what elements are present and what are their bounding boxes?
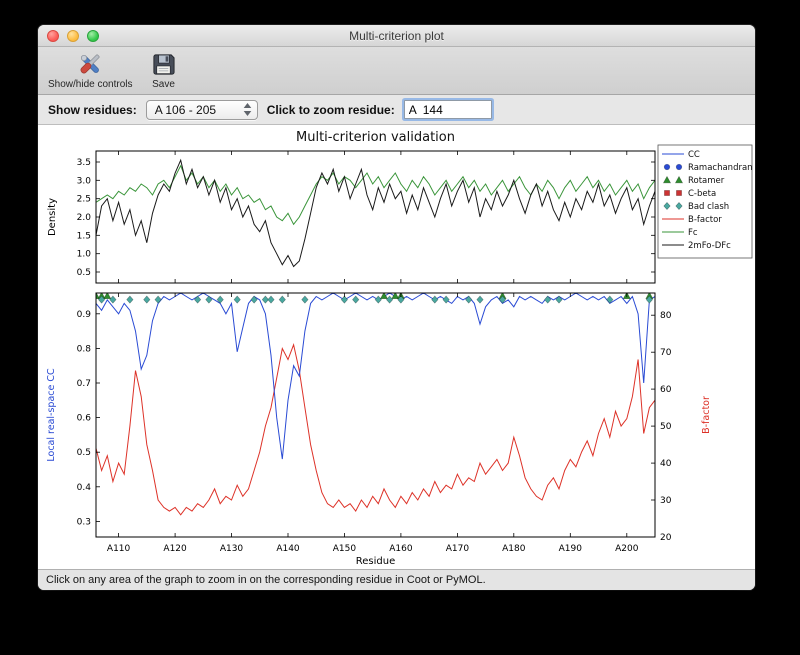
- density-axis-label: Density: [47, 198, 58, 236]
- svg-text:0.7: 0.7: [77, 379, 91, 389]
- window-title: Multi-criterion plot: [349, 28, 444, 43]
- close-button[interactable]: [47, 29, 59, 42]
- svg-text:A120: A120: [163, 544, 187, 554]
- svg-text:A180: A180: [502, 544, 526, 554]
- svg-text:Ramachandran: Ramachandran: [688, 163, 753, 173]
- svg-text:50: 50: [660, 422, 672, 432]
- show-residues-label: Show residues:: [48, 102, 137, 117]
- svg-text:A160: A160: [389, 544, 413, 554]
- svg-text:1.0: 1.0: [77, 250, 92, 260]
- svg-text:CC: CC: [688, 150, 700, 160]
- zoom-residue-label: Click to zoom residue:: [266, 102, 395, 117]
- svg-text:A200: A200: [615, 544, 639, 554]
- svg-text:Bad clash: Bad clash: [688, 202, 729, 212]
- svg-text:60: 60: [660, 385, 672, 395]
- svg-text:Rotamer: Rotamer: [688, 176, 725, 186]
- legend: CC Ramachandran Rotamer C-beta Bad clash B-fa…: [657, 144, 753, 259]
- svg-text:A190: A190: [559, 544, 583, 554]
- svg-text:3.5: 3.5: [77, 158, 91, 168]
- svg-text:30: 30: [660, 496, 672, 506]
- x-axis-label: Residue: [356, 556, 395, 567]
- svg-text:20: 20: [660, 533, 672, 543]
- svg-text:0.5: 0.5: [77, 268, 91, 278]
- save-label: Save: [152, 79, 175, 90]
- svg-text:0.8: 0.8: [77, 344, 92, 354]
- svg-text:2mFo-DFc: 2mFo-DFc: [688, 241, 731, 251]
- svg-text:1.5: 1.5: [77, 231, 91, 241]
- svg-text:A140: A140: [276, 544, 300, 554]
- show-hide-controls-button[interactable]: Show/hide controls: [48, 50, 133, 90]
- plot-figure[interactable]: Multi-criterion validation 0.5 1.0 1.5 2.0 2.…: [38, 125, 755, 569]
- svg-text:0.4: 0.4: [77, 483, 92, 493]
- svg-text:80: 80: [660, 311, 672, 321]
- status-bar: Click on any area of the graph to zoom i…: [38, 569, 755, 590]
- svg-text:B-factor: B-factor: [688, 215, 722, 225]
- floppy-disk-icon: [149, 50, 179, 78]
- toolbar: Show/hide controls Save: [38, 47, 755, 95]
- show-hide-controls-label: Show/hide controls: [48, 79, 133, 90]
- svg-text:0.5: 0.5: [77, 448, 91, 458]
- status-text: Click on any area of the graph to zoom i…: [46, 574, 486, 586]
- traffic-lights: [47, 25, 99, 46]
- svg-text:0.6: 0.6: [77, 414, 92, 424]
- save-button[interactable]: Save: [149, 50, 179, 90]
- chart-title: Multi-criterion validation: [296, 130, 455, 145]
- stepper-arrows-icon: [242, 102, 254, 117]
- svg-text:0.9: 0.9: [77, 310, 92, 320]
- svg-text:70: 70: [660, 348, 672, 358]
- svg-text:A110: A110: [107, 544, 131, 554]
- density-plot-area[interactable]: [96, 151, 655, 283]
- cc-axis-label: Local real-space CC: [46, 368, 57, 462]
- svg-text:40: 40: [660, 459, 672, 469]
- window-titlebar[interactable]: Multi-criterion plot: [38, 25, 755, 47]
- chart-svg[interactable]: Multi-criterion validation 0.5 1.0 1.5 2.0 2.…: [38, 125, 755, 569]
- svg-text:A170: A170: [446, 544, 470, 554]
- svg-text:2.0: 2.0: [77, 213, 92, 223]
- svg-text:C-beta: C-beta: [688, 189, 716, 199]
- zoom-window-button[interactable]: [87, 29, 99, 42]
- svg-text:Fc: Fc: [688, 228, 698, 238]
- show-residues-value: A 106 - 205: [154, 102, 217, 117]
- svg-text:3.0: 3.0: [77, 176, 92, 186]
- svg-text:A130: A130: [220, 544, 244, 554]
- minimize-button[interactable]: [67, 29, 79, 42]
- show-residues-select[interactable]: A 106 - 205: [145, 99, 258, 120]
- bfactor-axis-label: B-factor: [701, 396, 712, 434]
- svg-text:2.5: 2.5: [77, 195, 91, 205]
- zoom-residue-input[interactable]: [403, 100, 492, 119]
- crossed-tools-icon: [75, 50, 105, 78]
- svg-text:0.3: 0.3: [77, 517, 91, 527]
- svg-text:A150: A150: [333, 544, 357, 554]
- multi-criterion-plot-window: Multi-criterion plot Show/hide controls: [38, 25, 755, 590]
- controls-bar: Show residues: A 106 - 205 Click to zoom…: [38, 95, 755, 125]
